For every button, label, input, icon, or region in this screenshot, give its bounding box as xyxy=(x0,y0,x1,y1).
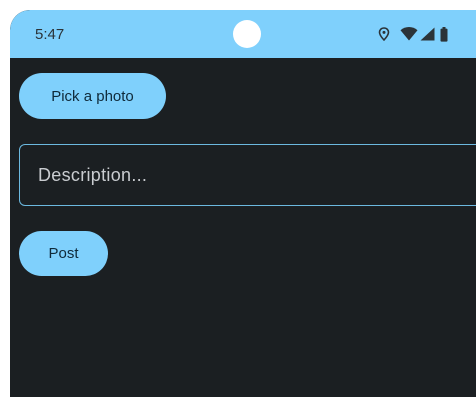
status-icons xyxy=(378,25,448,43)
status-time: 5:47 xyxy=(35,26,65,43)
status-bar: 5:47 xyxy=(10,10,476,58)
pick-photo-button[interactable]: Pick a photo xyxy=(19,73,166,119)
battery-icon xyxy=(440,26,448,42)
wifi-icon xyxy=(400,27,418,41)
location-icon xyxy=(378,27,390,41)
phone-screen: 5:47 Pick a photo Description... Post xyxy=(10,10,476,397)
description-field[interactable] xyxy=(19,144,476,206)
post-button[interactable]: Post xyxy=(19,231,108,276)
signal-icon xyxy=(420,27,435,41)
camera-cutout xyxy=(233,20,261,48)
